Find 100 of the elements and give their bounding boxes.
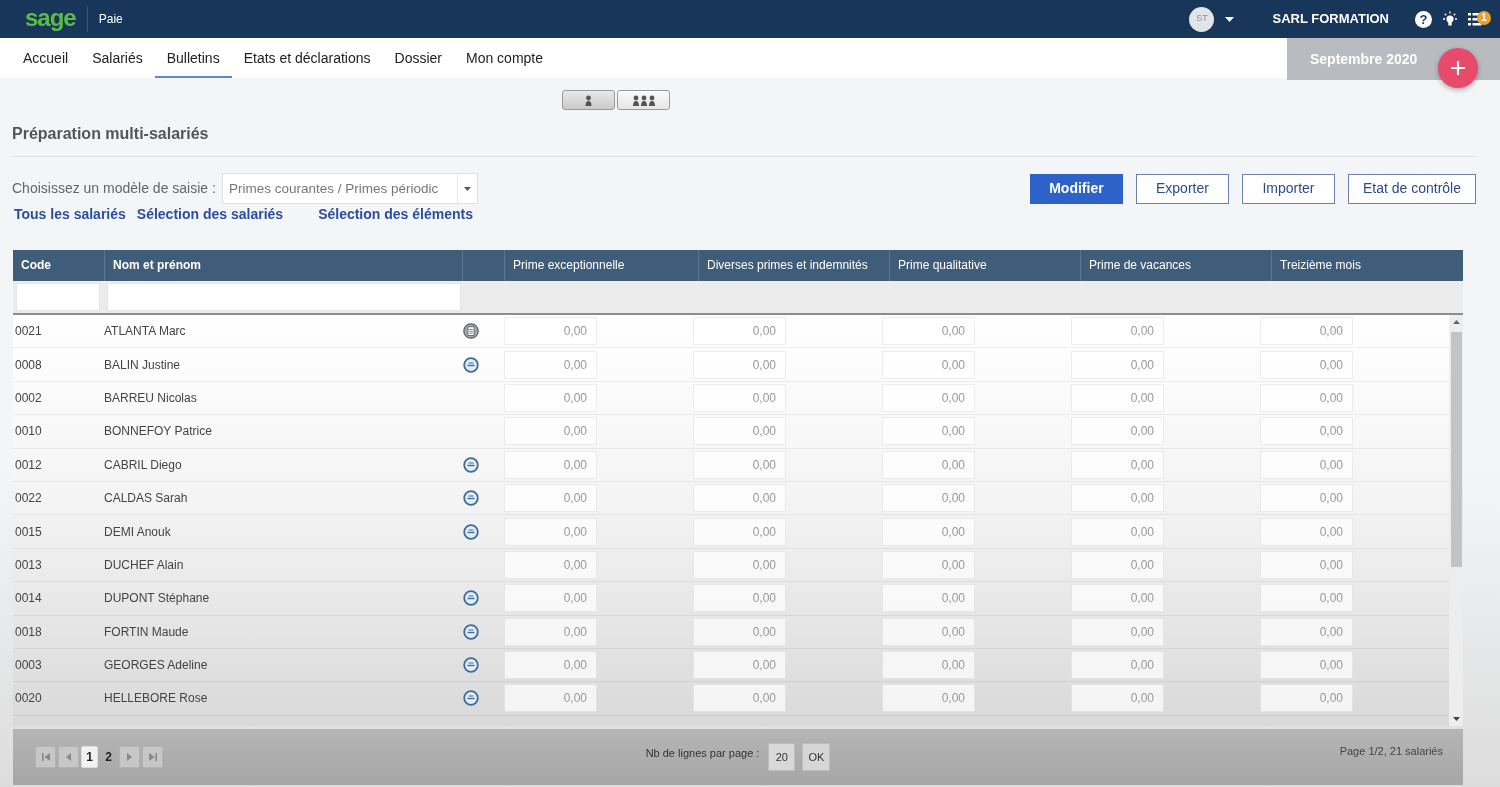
amount-field[interactable]: 0,00: [693, 350, 786, 379]
amount-field[interactable]: 0,00: [693, 417, 786, 446]
scroll-down-icon[interactable]: [1452, 717, 1460, 721]
amount-field[interactable]: 0,00: [1071, 617, 1164, 646]
page-button[interactable]: 1: [81, 746, 98, 768]
filter-field[interactable]: [107, 283, 461, 311]
circle-icon[interactable]: [463, 356, 479, 373]
action-button[interactable]: Etat de contrôle: [1347, 173, 1476, 204]
amount-field[interactable]: 0,00: [504, 651, 597, 680]
amount-field[interactable]: 0,00: [693, 550, 786, 579]
amount-field[interactable]: 0,00: [693, 517, 786, 546]
amount-field[interactable]: 0,00: [1260, 450, 1353, 479]
circle-icon[interactable]: [463, 523, 479, 540]
amount-field[interactable]: 0,00: [882, 417, 975, 446]
scrollbar-thumb[interactable]: [1450, 332, 1462, 567]
amount-field[interactable]: 0,00: [882, 484, 975, 513]
amount-field[interactable]: 0,00: [1071, 383, 1164, 412]
amount-field[interactable]: 0,00: [504, 350, 597, 379]
circle-icon[interactable]: [463, 456, 479, 473]
amount-field[interactable]: 0,00: [1260, 584, 1353, 613]
amount-field[interactable]: 0,00: [1071, 684, 1164, 713]
amount-field[interactable]: 0,00: [1260, 684, 1353, 713]
nav-tab[interactable]: Mon compte: [454, 38, 556, 78]
amount-field[interactable]: 0,00: [504, 484, 597, 513]
group-view-button[interactable]: [617, 90, 670, 110]
amount-field[interactable]: 0,00: [693, 484, 786, 513]
amount-field[interactable]: 0,00: [504, 417, 597, 446]
amount-field[interactable]: 0,00: [1071, 317, 1164, 346]
clipboard-icon[interactable]: [463, 323, 479, 340]
scroll-up-icon[interactable]: [1452, 320, 1460, 324]
amount-field[interactable]: 0,00: [504, 450, 597, 479]
amount-field[interactable]: 0,00: [882, 350, 975, 379]
help-button[interactable]: ?: [1415, 10, 1432, 28]
amount-field[interactable]: 0,00: [693, 617, 786, 646]
amount-field[interactable]: 0,00: [504, 517, 597, 546]
amount-field[interactable]: 0,00: [1260, 550, 1353, 579]
amount-field[interactable]: 0,00: [882, 617, 975, 646]
circle-icon[interactable]: [463, 657, 479, 674]
amount-field[interactable]: 0,00: [693, 383, 786, 412]
nav-tab[interactable]: Etats et déclarations: [231, 38, 383, 78]
amount-field[interactable]: 0,00: [1260, 651, 1353, 680]
lightbulb-icon[interactable]: [1442, 10, 1458, 28]
amount-field[interactable]: 0,00: [882, 317, 975, 346]
amount-field[interactable]: 0,00: [1260, 417, 1353, 446]
amount-field[interactable]: 0,00: [504, 684, 597, 713]
amount-field[interactable]: 0,00: [693, 684, 786, 713]
single-view-button[interactable]: [562, 90, 615, 110]
circle-icon[interactable]: [463, 690, 479, 707]
amount-field[interactable]: 0,00: [882, 517, 975, 546]
amount-field[interactable]: 0,00: [1260, 317, 1353, 346]
amount-field[interactable]: 0,00: [1071, 484, 1164, 513]
column-header[interactable]: Code: [13, 250, 104, 281]
amount-field[interactable]: 0,00: [504, 383, 597, 412]
nav-tab[interactable]: Bulletins: [154, 38, 232, 78]
rows-per-page-field[interactable]: 20: [768, 743, 796, 771]
scrollbar[interactable]: [1449, 315, 1463, 726]
action-button[interactable]: Modifier: [1029, 173, 1123, 204]
circle-icon[interactable]: [463, 590, 479, 607]
amount-field[interactable]: 0,00: [1071, 417, 1164, 446]
amount-field[interactable]: 0,00: [1260, 383, 1353, 412]
amount-field[interactable]: 0,00: [882, 450, 975, 479]
amount-field[interactable]: 0,00: [1071, 350, 1164, 379]
amount-field[interactable]: 0,00: [882, 550, 975, 579]
amount-field[interactable]: 0,00: [1260, 350, 1353, 379]
page-button[interactable]: 2: [100, 746, 117, 768]
logo[interactable]: sage: [25, 5, 76, 30]
model-select[interactable]: Primes courantes / Primes périodic: [221, 173, 478, 204]
amount-field[interactable]: 0,00: [504, 617, 597, 646]
amount-field[interactable]: 0,00: [1071, 517, 1164, 546]
amount-field[interactable]: 0,00: [1260, 484, 1353, 513]
caret-icon[interactable]: [1225, 16, 1235, 22]
amount-field[interactable]: 0,00: [1071, 651, 1164, 680]
action-button[interactable]: Importer: [1241, 173, 1335, 204]
amount-field[interactable]: 0,00: [1260, 517, 1353, 546]
amount-field[interactable]: 0,00: [1071, 450, 1164, 479]
nav-tab[interactable]: Accueil: [11, 38, 81, 78]
filter-link[interactable]: Tous les salariés: [14, 205, 126, 223]
amount-field[interactable]: 0,00: [882, 383, 975, 412]
amount-field[interactable]: 0,00: [1260, 617, 1353, 646]
amount-field[interactable]: 0,00: [504, 584, 597, 613]
circle-icon[interactable]: [463, 490, 479, 507]
nav-tab[interactable]: Salariés: [80, 38, 155, 78]
filter-field[interactable]: [16, 283, 100, 311]
circle-icon[interactable]: [463, 623, 479, 640]
action-button[interactable]: Exporter: [1135, 173, 1229, 204]
ok-button[interactable]: OK: [802, 743, 831, 771]
amount-field[interactable]: 0,00: [1071, 584, 1164, 613]
company-name[interactable]: SARL FORMATION: [1272, 9, 1389, 29]
filter-link[interactable]: Sélection des éléments: [318, 205, 473, 223]
amount-field[interactable]: 0,00: [882, 684, 975, 713]
amount-field[interactable]: 0,00: [693, 317, 786, 346]
filter-link[interactable]: Sélection des salariés: [136, 205, 284, 223]
amount-field[interactable]: 0,00: [882, 651, 975, 680]
nav-tab[interactable]: Dossier: [382, 38, 454, 78]
amount-field[interactable]: 0,00: [693, 651, 786, 680]
avatar[interactable]: ST: [1189, 6, 1215, 32]
amount-field[interactable]: 0,00: [1071, 550, 1164, 579]
amount-field[interactable]: 0,00: [693, 584, 786, 613]
amount-field[interactable]: 0,00: [504, 550, 597, 579]
amount-field[interactable]: 0,00: [693, 450, 786, 479]
